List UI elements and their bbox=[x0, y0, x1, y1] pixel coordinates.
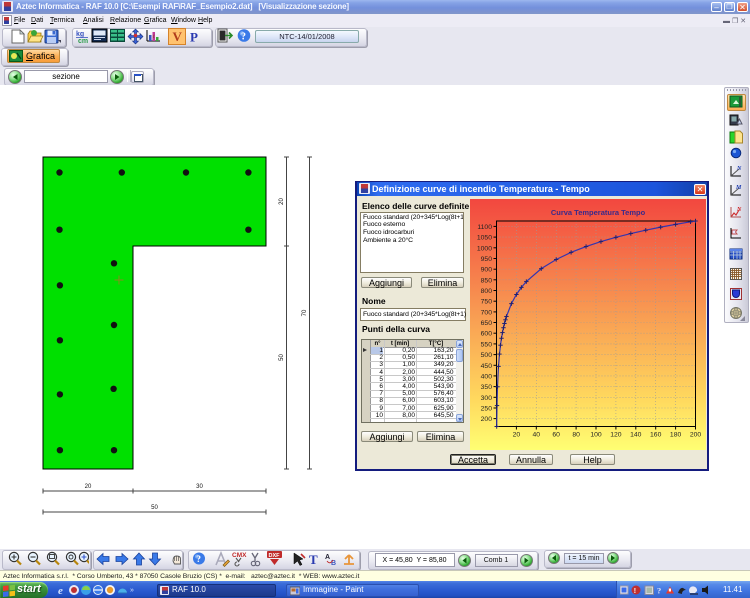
svg-text:40: 40 bbox=[533, 432, 541, 439]
svg-text:N: N bbox=[736, 166, 742, 172]
svg-text:950: 950 bbox=[481, 256, 493, 263]
svg-text:DXF: DXF bbox=[269, 553, 281, 559]
svg-text:?: ? bbox=[241, 32, 246, 43]
svg-text:400: 400 bbox=[481, 373, 493, 380]
svg-text:800: 800 bbox=[481, 288, 493, 295]
svg-text:600: 600 bbox=[481, 331, 493, 338]
svg-text:180: 180 bbox=[670, 432, 682, 439]
svg-text:750: 750 bbox=[481, 299, 493, 306]
svg-text:450: 450 bbox=[481, 363, 493, 370]
svg-text:30: 30 bbox=[196, 484, 203, 490]
svg-text:kg: kg bbox=[76, 31, 84, 38]
svg-text:M: M bbox=[735, 185, 742, 191]
svg-text:250: 250 bbox=[481, 406, 493, 413]
svg-text:650: 650 bbox=[481, 320, 493, 327]
svg-text:20: 20 bbox=[279, 198, 285, 205]
svg-text:20: 20 bbox=[513, 432, 521, 439]
svg-text:850: 850 bbox=[481, 277, 493, 284]
svg-text:350: 350 bbox=[481, 384, 493, 391]
svg-text:CMX: CMX bbox=[232, 552, 247, 559]
svg-text:1100: 1100 bbox=[477, 224, 492, 231]
svg-text:100: 100 bbox=[590, 432, 602, 439]
svg-text:700: 700 bbox=[481, 309, 493, 316]
svg-text:e: e bbox=[58, 585, 63, 596]
svg-text:80: 80 bbox=[572, 432, 580, 439]
svg-text:?: ? bbox=[657, 585, 661, 595]
svg-text:200: 200 bbox=[481, 416, 493, 423]
svg-text:20: 20 bbox=[85, 484, 92, 490]
svg-text:T: T bbox=[309, 552, 318, 567]
svg-text:900: 900 bbox=[481, 267, 493, 274]
svg-text:60: 60 bbox=[552, 432, 560, 439]
svg-text:200: 200 bbox=[690, 432, 702, 439]
svg-text:120: 120 bbox=[610, 432, 622, 439]
svg-text:»: » bbox=[130, 587, 134, 594]
svg-text:550: 550 bbox=[481, 341, 493, 348]
svg-text:V: V bbox=[173, 29, 183, 44]
svg-text:70: 70 bbox=[302, 309, 308, 316]
svg-text:?: ? bbox=[196, 555, 201, 565]
svg-text:A: A bbox=[325, 554, 330, 561]
svg-text:1050: 1050 bbox=[477, 235, 492, 242]
svg-text:1000: 1000 bbox=[477, 245, 492, 252]
svg-text:!: ! bbox=[634, 587, 636, 594]
svg-text:300: 300 bbox=[481, 395, 493, 402]
svg-text:P: P bbox=[190, 30, 198, 45]
svg-text:cm: cm bbox=[78, 38, 88, 45]
svg-text:50: 50 bbox=[151, 505, 158, 511]
svg-text:N: N bbox=[736, 207, 742, 213]
svg-text:500: 500 bbox=[481, 352, 493, 359]
svg-text:160: 160 bbox=[650, 432, 662, 439]
svg-text:Curva Temperatura Tempo: Curva Temperatura Tempo bbox=[551, 208, 646, 217]
svg-text:50: 50 bbox=[279, 354, 285, 361]
svg-text:140: 140 bbox=[630, 432, 642, 439]
